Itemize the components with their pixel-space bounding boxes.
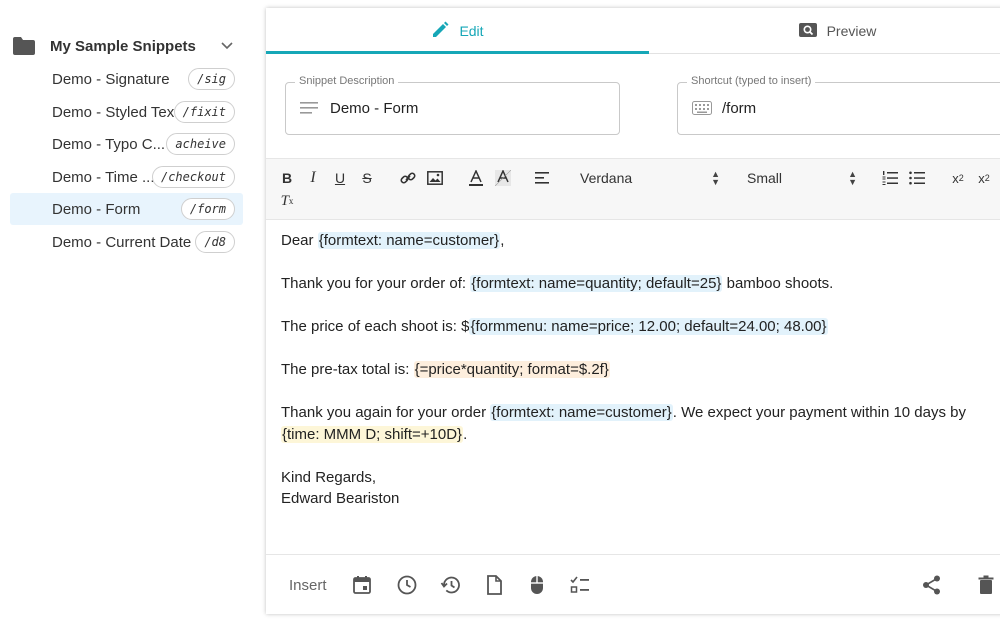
content-line: Dear {formtext: name=customer},: [281, 230, 1000, 252]
tab-bar: Edit Preview: [266, 8, 1000, 54]
description-label: Snippet Description: [295, 75, 399, 87]
mouse-icon[interactable]: [526, 574, 548, 596]
snippet-item-current-date[interactable]: Demo - Current Date /d8: [10, 226, 243, 258]
strikethrough-button[interactable]: S: [358, 169, 376, 187]
editor-panel: Edit Preview Snippet Description Demo - …: [266, 8, 1000, 614]
clock-icon[interactable]: [396, 574, 418, 596]
text: The price of each shoot is: $: [281, 318, 470, 335]
formtext-chip[interactable]: {formtext: name=customer}: [490, 404, 673, 421]
content-line: Thank you for your order of: {formtext: …: [281, 273, 1000, 295]
snippet-item-signature[interactable]: Demo - Signature /sig: [10, 63, 243, 95]
text: Dear: [281, 232, 318, 249]
tab-preview[interactable]: Preview: [649, 8, 1000, 54]
snippet-shortcut-badge: /checkout: [151, 166, 235, 188]
text: .: [463, 425, 468, 443]
snippet-item-form[interactable]: Demo - Form /form: [10, 193, 243, 225]
text: bamboo shoots.: [722, 275, 834, 292]
snippet-name: Demo - Form: [52, 200, 141, 218]
subscript-icon[interactable]: x2: [949, 169, 967, 187]
snippet-item-styled-text[interactable]: Demo - Styled Text /fixit: [10, 96, 243, 128]
shortcut-field[interactable]: Shortcut (typed to insert) /form: [677, 75, 1000, 135]
snippet-name: Demo - Typo C...: [52, 135, 166, 153]
sidebar: My Sample Snippets Demo - Signature /sig…: [0, 0, 250, 625]
formmenu-chip[interactable]: {formmenu: name=price; 12.00; default=24…: [469, 318, 828, 335]
text: Thank you for your order of:: [281, 275, 471, 292]
select-arrows-icon: ▲ ▼: [848, 169, 857, 187]
formtext-chip[interactable]: {formtext: name=quantity; default=25}: [470, 275, 723, 292]
snippet-name: Demo - Signature: [52, 70, 170, 88]
history-icon[interactable]: [440, 574, 462, 596]
snippet-item-typo[interactable]: Demo - Typo C... acheive: [10, 128, 243, 160]
chevron-down-icon[interactable]: [220, 38, 234, 57]
formula-chip[interactable]: {=price*quantity; format=$.2f}: [413, 361, 610, 378]
image-icon[interactable]: [426, 169, 444, 187]
share-icon[interactable]: [921, 574, 943, 596]
tab-edit-label: Edit: [459, 23, 484, 39]
time-chip[interactable]: {time: MMM D; shift=+10D}: [281, 425, 464, 443]
clear-formatting-icon[interactable]: Tx: [278, 192, 296, 210]
text: Thank you again for your order: [281, 404, 491, 421]
select-arrows-icon: ▲ ▼: [711, 169, 720, 187]
description-field[interactable]: Snippet Description Demo - Form: [285, 75, 620, 135]
italic-button[interactable]: I: [304, 169, 322, 187]
font-size-select[interactable]: Small ▲ ▼: [747, 169, 857, 187]
content-line: The pre-tax total is: {=price*quantity; …: [281, 359, 1000, 381]
snippet-shortcut-badge: /form: [180, 198, 235, 220]
content-line: {time: MMM D; shift=+10D}.: [281, 424, 1000, 446]
content-line: The price of each shoot is: ${formmenu: …: [281, 316, 1000, 338]
tab-preview-label: Preview: [826, 23, 877, 39]
snippet-name: Demo - Time ...: [52, 168, 155, 186]
pencil-icon: [431, 21, 459, 42]
snippet-name: Demo - Styled Text: [52, 103, 179, 121]
keyboard-icon: [692, 101, 712, 120]
notes-icon: [300, 101, 318, 120]
highlight-color-icon[interactable]: [494, 169, 512, 187]
text: . We expect your payment within 10 days …: [672, 404, 966, 421]
calendar-icon[interactable]: [351, 574, 373, 596]
formtext-chip[interactable]: {formtext: name=customer}: [317, 232, 501, 249]
snippet-shortcut-badge: /sig: [188, 68, 235, 90]
tab-edit[interactable]: Edit: [266, 8, 649, 54]
shortcut-input[interactable]: /form: [722, 100, 756, 117]
editor-content[interactable]: Dear {formtext: name=customer}, Thank yo…: [281, 230, 1000, 510]
font-family-value: Verdana: [580, 170, 633, 186]
align-left-icon[interactable]: [534, 169, 552, 187]
delete-icon[interactable]: [975, 574, 997, 596]
snippet-shortcut-badge: acheive: [166, 133, 235, 155]
font-size-value: Small: [747, 170, 783, 186]
snippet-shortcut-badge: /d8: [195, 231, 235, 253]
link-icon[interactable]: [399, 169, 417, 187]
text: ,: [500, 232, 505, 249]
formatting-toolbar: B I U S Verdana ▲ ▼ Small ▲ ▼ x 2 x 2 T …: [266, 158, 1000, 220]
folder-icon: [12, 36, 36, 56]
description-input[interactable]: Demo - Form: [330, 100, 418, 117]
bold-button[interactable]: B: [278, 169, 296, 187]
insert-label: Insert: [289, 577, 327, 594]
superscript-icon[interactable]: x2: [975, 169, 993, 187]
preview-icon: [798, 22, 827, 41]
folder-header[interactable]: My Sample Snippets: [12, 34, 244, 58]
bullet-list-icon[interactable]: [908, 169, 926, 187]
text: The pre-tax total is:: [281, 361, 414, 378]
font-color-icon[interactable]: [467, 169, 485, 187]
content-line: Kind Regards,: [281, 468, 377, 486]
document-icon[interactable]: [483, 574, 505, 596]
ordered-list-icon[interactable]: [881, 169, 899, 187]
content-line: Thank you again for your order {formtext…: [281, 402, 1000, 424]
underline-button[interactable]: U: [331, 169, 349, 187]
active-tab-indicator: [266, 51, 649, 54]
checklist-icon[interactable]: [569, 574, 591, 596]
shortcut-label: Shortcut (typed to insert): [687, 75, 816, 87]
folder-name: My Sample Snippets: [50, 37, 196, 55]
snippet-shortcut-badge: /fixit: [173, 101, 235, 123]
snippet-item-time[interactable]: Demo - Time ... /checkout: [10, 161, 243, 193]
content-line: Edward Beariston: [281, 490, 400, 507]
font-family-select[interactable]: Verdana ▲ ▼: [580, 169, 720, 187]
snippet-name: Demo - Current Date: [52, 233, 192, 251]
insert-toolbar: Insert: [266, 554, 1000, 614]
